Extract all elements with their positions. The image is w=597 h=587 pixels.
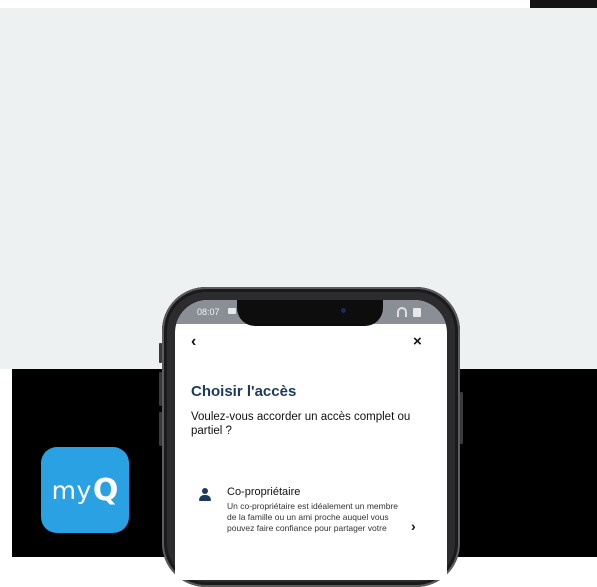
phone-screen: 08:07 ‹ × Choisir l'accès Voulez-vous ac… bbox=[175, 300, 447, 580]
status-icons bbox=[397, 307, 425, 317]
back-button[interactable]: ‹ bbox=[191, 330, 196, 354]
page-title: Choisir l'accès bbox=[191, 383, 297, 400]
battery-icon bbox=[413, 308, 421, 317]
phone-notch bbox=[237, 300, 383, 326]
wifi-icon bbox=[397, 307, 407, 317]
option-co-owner[interactable]: Co-propriétaire Un co-propriétaire est i… bbox=[191, 484, 431, 580]
phone-volume-up bbox=[159, 372, 162, 406]
logo-my-text: my bbox=[51, 475, 92, 505]
status-time: 08:07 bbox=[197, 307, 220, 317]
close-button[interactable]: × bbox=[413, 331, 422, 353]
phone-side-button bbox=[159, 343, 162, 363]
phone-volume-down bbox=[159, 412, 162, 446]
option-description: Un co-propriétaire est idéalement un mem… bbox=[227, 501, 399, 533]
option-label: Co-propriétaire bbox=[227, 486, 301, 498]
chevron-right-icon[interactable]: › bbox=[411, 518, 416, 534]
message-icon bbox=[228, 308, 236, 314]
person-icon bbox=[199, 488, 211, 502]
phone-power-button bbox=[460, 392, 463, 444]
page-subtitle: Voulez-vous accorder un accès complet ou… bbox=[191, 411, 411, 437]
camera-icon bbox=[341, 308, 346, 313]
corner-block bbox=[530, 0, 597, 8]
myq-app-icon: my Q bbox=[41, 447, 129, 533]
logo-q-letter: Q bbox=[92, 472, 119, 508]
